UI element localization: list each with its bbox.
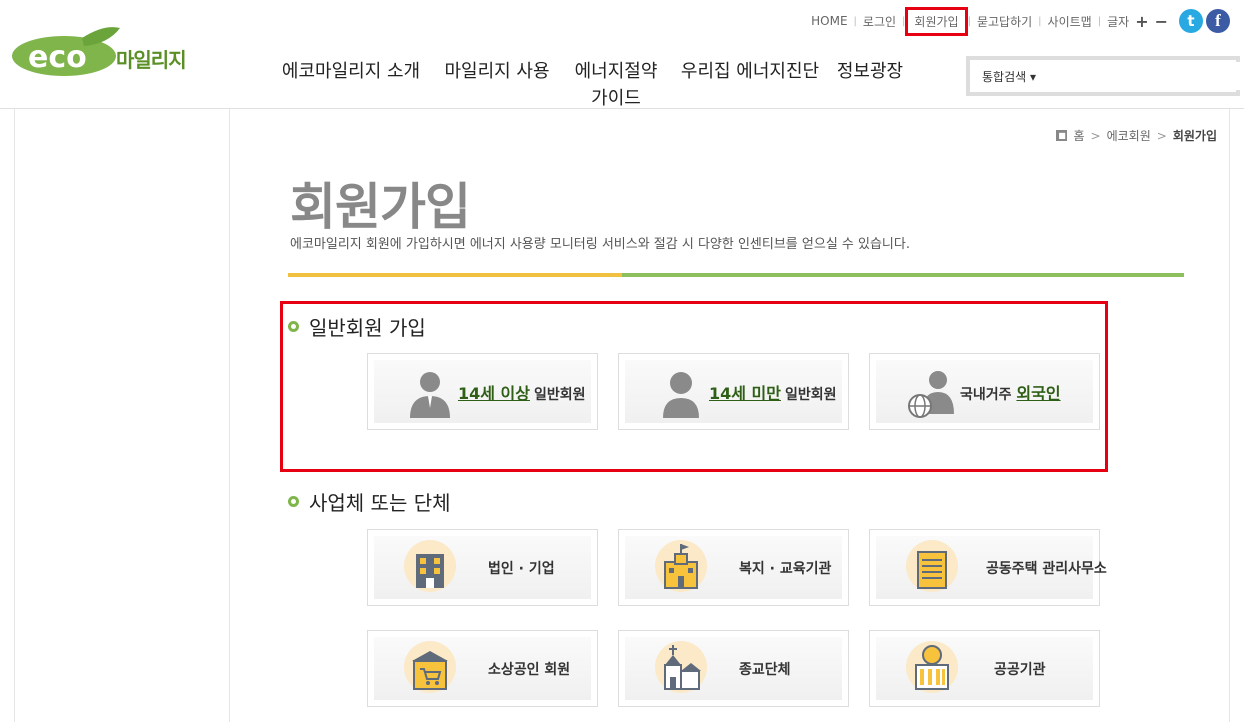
font-size-label: 글자 <box>1107 14 1130 29</box>
card-small-business-label: 소상공인 회원 <box>488 661 571 678</box>
home-icon[interactable]: ■ <box>1056 130 1068 141</box>
title-underline-yellow <box>288 273 622 277</box>
card-inner: 14세 미만 일반회원 <box>625 360 842 423</box>
card-inner: 공공기관 <box>876 637 1093 700</box>
search-scope-select[interactable]: 통합검색 ▾ <box>970 68 1048 85</box>
util-qna-link[interactable]: 묻고답하기 <box>971 13 1038 30</box>
chevron-right-icon: > <box>1156 128 1167 143</box>
foreigner-globe-icon <box>908 370 954 418</box>
page-description: 에코마일리지 회원에 가입하시면 에너지 사용량 모니터링 서비스와 절감 시 … <box>290 237 910 252</box>
bullet-icon <box>288 321 299 332</box>
card-child-member[interactable]: 14세 미만 일반회원 <box>618 353 849 430</box>
card-child-em: 14세 미만 <box>709 383 781 403</box>
font-size-control: 글자 + − <box>1101 12 1176 31</box>
search-input[interactable] <box>1060 62 1244 90</box>
breadcrumb-level1[interactable]: 에코회원 <box>1107 127 1151 144</box>
card-adult-em: 14세 이상 <box>458 383 530 403</box>
nav-item-mileage-use[interactable]: 마일리지 사용 <box>434 58 560 112</box>
card-public-institution[interactable]: 공공기관 <box>869 630 1100 707</box>
card-inner: 14세 이상 일반회원 <box>374 360 591 423</box>
card-inner: 종교단체 <box>625 637 842 700</box>
font-minus-icon[interactable]: − <box>1155 12 1168 31</box>
bullet-icon <box>288 496 299 507</box>
breadcrumb-current: 회원가입 <box>1172 129 1217 143</box>
card-inner: 공동주택 관리사무소 <box>876 536 1107 599</box>
breadcrumb: ■ 홈 > 에코회원 > 회원가입 <box>1056 127 1217 144</box>
section-business-title: 사업체 또는 단체 <box>288 487 451 516</box>
title-underline-green <box>622 273 1184 277</box>
section-general-label: 일반회원 가입 <box>309 316 426 340</box>
search-box: 통합검색 ▾ <box>966 56 1244 96</box>
search-scope-label: 통합검색 <box>982 69 1027 84</box>
card-inner: 국내거주 외국인 <box>876 360 1093 423</box>
card-child-label: 14세 미만 일반회원 <box>709 380 837 404</box>
card-adult-label: 14세 이상 일반회원 <box>458 380 586 404</box>
util-home-link[interactable]: HOME <box>805 14 853 28</box>
chevron-right-icon: > <box>1090 128 1101 143</box>
svg-text:eco: eco <box>28 40 87 75</box>
card-religious-label: 종교단체 <box>739 661 791 678</box>
card-apartment-office[interactable]: 공동주택 관리사무소 <box>869 529 1107 606</box>
shop-cart-icon <box>404 640 456 693</box>
adult-user-icon <box>410 371 450 418</box>
twitter-icon[interactable]: t <box>1179 9 1203 33</box>
card-inner: 복지 · 교육기관 <box>625 536 842 599</box>
card-apartment-label: 공동주택 관리사무소 <box>986 560 1107 577</box>
eco-leaf-logo-icon: eco <box>12 27 120 76</box>
logo-text: 마일리지 <box>116 48 187 72</box>
nav-item-info-plaza[interactable]: 정보광장 <box>828 58 912 112</box>
page-title: 회원가입 <box>290 178 471 236</box>
card-foreigner-em: 외국인 <box>1016 383 1061 403</box>
school-building-icon <box>655 539 707 592</box>
main-nav: 에코마일리지 소개 마일리지 사용 에너지절약 가이드 우리집 에너지진단 정보… <box>268 58 912 112</box>
card-small-business[interactable]: 소상공인 회원 <box>367 630 598 707</box>
util-sitemap-link[interactable]: 사이트맵 <box>1042 13 1098 30</box>
card-child-rest: 일반회원 <box>785 386 837 403</box>
breadcrumb-home[interactable]: 홈 <box>1073 127 1084 144</box>
title-underline <box>288 273 1184 277</box>
card-inner: 소상공인 회원 <box>374 637 591 700</box>
main-content: ■ 홈 > 에코회원 > 회원가입 회원가입 에코마일리지 회원에 가입하시면 … <box>230 109 1230 722</box>
child-user-icon <box>663 371 699 418</box>
card-adult-member[interactable]: 14세 이상 일반회원 <box>367 353 598 430</box>
card-foreigner-member[interactable]: 국내거주 외국인 <box>869 353 1100 430</box>
church-icon <box>655 640 707 693</box>
card-public-label: 공공기관 <box>994 661 1046 678</box>
apartment-office-icon <box>906 539 958 592</box>
eco-mileage-logo[interactable]: eco 마일리지 <box>12 24 212 80</box>
util-signup-link[interactable]: 회원가입 <box>905 6 968 36</box>
card-corporation[interactable]: 법인 · 기업 <box>367 529 598 606</box>
nav-item-energy-guide[interactable]: 에너지절약 가이드 <box>560 58 672 112</box>
card-welfare-education[interactable]: 복지 · 교육기관 <box>618 529 849 606</box>
nav-item-home-diagnosis[interactable]: 우리집 에너지진단 <box>672 58 828 112</box>
util-login-link[interactable]: 로그인 <box>857 13 902 30</box>
card-inner: 법인 · 기업 <box>374 536 591 599</box>
nav-item-intro[interactable]: 에코마일리지 소개 <box>268 58 434 112</box>
card-foreigner-label: 국내거주 외국인 <box>960 380 1065 404</box>
left-sidebar <box>14 109 230 722</box>
section-business-label: 사업체 또는 단체 <box>309 491 451 515</box>
card-religious-group[interactable]: 종교단체 <box>618 630 849 707</box>
font-plus-icon[interactable]: + <box>1135 12 1148 31</box>
card-foreigner-pre: 국내거주 <box>960 386 1012 403</box>
facebook-icon[interactable]: f <box>1206 9 1230 33</box>
office-building-icon <box>404 539 456 592</box>
card-welfare-label: 복지 · 교육기관 <box>739 560 832 577</box>
card-corporation-label: 법인 · 기업 <box>488 560 555 577</box>
section-general-title: 일반회원 가입 <box>288 312 426 341</box>
public-institution-icon <box>906 640 958 693</box>
card-adult-rest: 일반회원 <box>534 386 586 403</box>
utility-nav: HOME | 로그인 | 회원가입 | 묻고답하기 | 사이트맵 | 글자 + … <box>805 6 1230 36</box>
